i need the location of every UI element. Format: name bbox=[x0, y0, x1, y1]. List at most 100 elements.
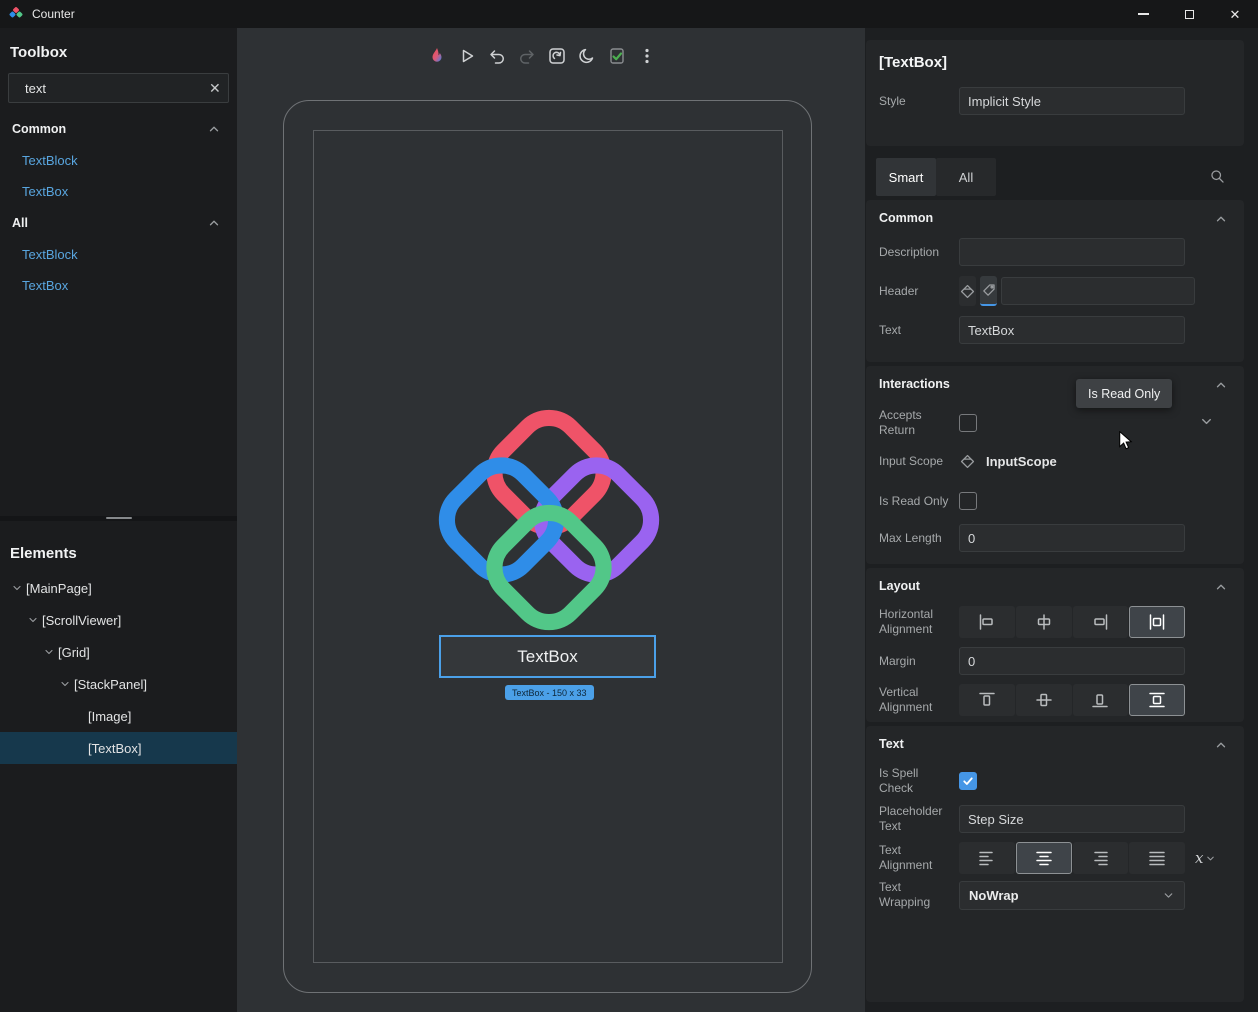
canvas-textbox-element[interactable]: TextBox bbox=[439, 635, 656, 678]
section-interactions: Interactions Accepts Return Input Scope … bbox=[866, 366, 1244, 564]
halign-right-icon[interactable] bbox=[1073, 606, 1129, 638]
style-input[interactable] bbox=[959, 87, 1185, 115]
theme-toggle-icon[interactable] bbox=[575, 44, 599, 68]
tree-item-label: [ScrollViewer] bbox=[42, 613, 121, 628]
tree-item-image[interactable]: [Image] bbox=[0, 700, 237, 732]
minimize-button[interactable] bbox=[1120, 0, 1166, 28]
left-sidebar: Toolbox ✕ Common TextBlock TextBox All T… bbox=[0, 28, 237, 1012]
accepts-return-checkbox[interactable] bbox=[959, 414, 977, 432]
accept-changes-icon[interactable] bbox=[605, 44, 629, 68]
play-icon[interactable] bbox=[455, 44, 479, 68]
placeholder-text-input[interactable] bbox=[959, 805, 1185, 833]
sidebar-splitter[interactable] bbox=[0, 516, 237, 521]
vertical-alignment-label: Vertical Alignment bbox=[879, 685, 959, 715]
is-read-only-tooltip: Is Read Only bbox=[1076, 379, 1172, 408]
text-input[interactable] bbox=[959, 316, 1185, 344]
toolbox-item-textbox-all[interactable]: TextBox bbox=[0, 270, 237, 301]
max-length-input[interactable] bbox=[959, 524, 1185, 552]
is-spell-check-checkbox[interactable] bbox=[959, 772, 977, 790]
properties-tabs: Smart All bbox=[876, 158, 1244, 196]
section-common-header[interactable]: Common bbox=[879, 208, 1187, 228]
section-layout-header[interactable]: Layout bbox=[879, 576, 1187, 596]
valign-top-icon[interactable] bbox=[959, 684, 1015, 716]
chevron-up-icon bbox=[207, 216, 221, 230]
tree-item-scrollviewer[interactable]: [ScrollViewer] bbox=[0, 604, 237, 636]
horizontal-alignment-label: Horizontal Alignment bbox=[879, 607, 959, 637]
chevron-down-icon[interactable] bbox=[8, 582, 26, 594]
section-text-header[interactable]: Text bbox=[879, 734, 1187, 754]
text-wrapping-value: NoWrap bbox=[969, 888, 1019, 903]
description-label: Description bbox=[879, 245, 959, 260]
text-wrapping-dropdown[interactable]: NoWrap bbox=[959, 881, 1185, 910]
clear-search-icon[interactable]: ✕ bbox=[209, 80, 221, 97]
chevron-down-icon bbox=[1162, 889, 1175, 902]
header-binding-button[interactable] bbox=[959, 276, 976, 306]
toolbox-section-common[interactable]: Common bbox=[0, 113, 237, 145]
text-align-right-icon[interactable] bbox=[1073, 842, 1129, 874]
text-align-left-icon[interactable] bbox=[959, 842, 1015, 874]
section-common: Common Description Header bbox=[866, 200, 1244, 362]
chevron-up-icon[interactable] bbox=[1214, 738, 1228, 757]
chevron-up-icon[interactable] bbox=[1214, 580, 1228, 599]
toolbox-item-textblock[interactable]: TextBlock bbox=[0, 145, 237, 176]
text-align-justify-icon[interactable] bbox=[1129, 842, 1185, 874]
toolbox-search-input[interactable] bbox=[25, 81, 201, 96]
chevron-up-icon[interactable] bbox=[1214, 378, 1228, 397]
selected-element-title: [TextBox] bbox=[879, 54, 1187, 71]
tree-item-grid[interactable]: [Grid] bbox=[0, 636, 237, 668]
properties-search-icon[interactable] bbox=[1209, 168, 1226, 190]
chevron-down-icon[interactable] bbox=[40, 646, 58, 658]
elements-title: Elements bbox=[0, 529, 237, 572]
input-scope-control[interactable]: InputScope bbox=[959, 453, 1057, 470]
tree-item-mainpage[interactable]: [MainPage] bbox=[0, 572, 237, 604]
valign-stretch-icon[interactable] bbox=[1129, 684, 1185, 716]
chevron-down-icon[interactable] bbox=[1199, 414, 1214, 434]
header-input[interactable] bbox=[1001, 277, 1195, 305]
valign-center-icon[interactable] bbox=[1016, 684, 1072, 716]
input-scope-label: Input Scope bbox=[879, 454, 959, 469]
chevron-down-icon[interactable] bbox=[56, 678, 74, 690]
text-align-center-icon[interactable] bbox=[1016, 842, 1072, 874]
element-picker-icon[interactable] bbox=[545, 44, 569, 68]
description-input[interactable] bbox=[959, 238, 1185, 266]
accepts-return-label: Accepts Return bbox=[879, 408, 959, 438]
toolbox-item-textbox[interactable]: TextBox bbox=[0, 176, 237, 207]
tab-smart[interactable]: Smart bbox=[876, 158, 936, 196]
halign-stretch-icon[interactable] bbox=[1129, 606, 1185, 638]
halign-center-icon[interactable] bbox=[1016, 606, 1072, 638]
tree-item-label: [TextBox] bbox=[88, 741, 141, 756]
redo-icon[interactable] bbox=[515, 44, 539, 68]
selection-size-badge: TextBox - 150 x 33 bbox=[505, 685, 594, 700]
close-button[interactable]: ✕ bbox=[1212, 0, 1258, 28]
hot-reload-flame-icon[interactable] bbox=[425, 44, 449, 68]
is-read-only-checkbox[interactable] bbox=[959, 492, 977, 510]
app-image[interactable] bbox=[435, 406, 663, 639]
chevron-down-icon[interactable] bbox=[24, 614, 42, 626]
halign-left-icon[interactable] bbox=[959, 606, 1015, 638]
toolbox-search[interactable]: ✕ bbox=[8, 73, 229, 103]
max-length-label: Max Length bbox=[879, 531, 959, 546]
chevron-up-icon[interactable] bbox=[1214, 212, 1228, 231]
toolbox-section-all[interactable]: All bbox=[0, 207, 237, 239]
tab-all[interactable]: All bbox=[936, 158, 996, 196]
valign-bottom-icon[interactable] bbox=[1073, 684, 1129, 716]
header-tag-button[interactable] bbox=[980, 276, 997, 306]
chevron-down-icon bbox=[1205, 853, 1216, 864]
app-logo-icon bbox=[8, 6, 24, 22]
input-scope-value: InputScope bbox=[986, 454, 1057, 469]
maximize-button[interactable] bbox=[1166, 0, 1212, 28]
tree-item-stackpanel[interactable]: [StackPanel] bbox=[0, 668, 237, 700]
toolbox-item-textblock-all[interactable]: TextBlock bbox=[0, 239, 237, 270]
margin-input[interactable] bbox=[959, 647, 1185, 675]
text-alignment-expression-dropdown[interactable]: x bbox=[1195, 849, 1216, 867]
tree-item-label: [StackPanel] bbox=[74, 677, 147, 692]
undo-icon[interactable] bbox=[485, 44, 509, 68]
is-read-only-label: Is Read Only bbox=[879, 494, 959, 509]
tree-item-textbox[interactable]: [TextBox] bbox=[0, 732, 237, 764]
margin-label: Margin bbox=[879, 654, 959, 669]
more-options-icon[interactable] bbox=[635, 44, 659, 68]
mouse-cursor bbox=[1117, 431, 1135, 456]
properties-panel: [TextBox] Style Smart All Common Descrip… bbox=[865, 28, 1258, 1012]
binding-diamond-icon bbox=[959, 453, 976, 470]
tree-item-label: [MainPage] bbox=[26, 581, 92, 596]
